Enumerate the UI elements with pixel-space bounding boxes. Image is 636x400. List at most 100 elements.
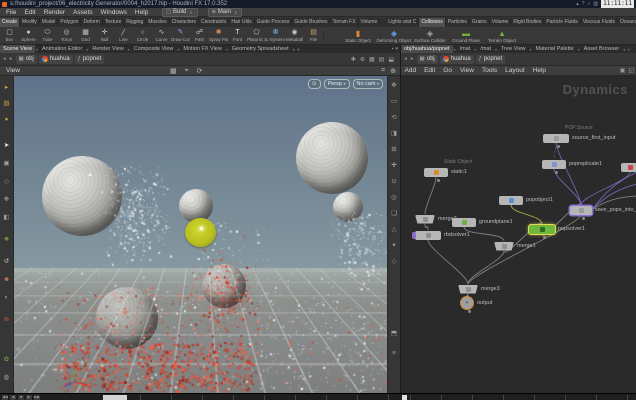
shelf-tool-sphere[interactable]: ● Sphere xyxy=(19,29,38,42)
forward-icon[interactable]: ▸ xyxy=(9,56,14,62)
shelf-tool-grid[interactable]: ▦ Grid xyxy=(76,29,95,42)
grid-icon[interactable]: ▦ xyxy=(369,56,375,63)
move-icon[interactable]: ✥ xyxy=(0,196,13,204)
shelf-tool-font[interactable]: T Font xyxy=(228,29,247,42)
shelf-tab-particle-fluids[interactable]: Particle Fluids xyxy=(544,18,580,27)
add-tab-icon[interactable]: ✛ xyxy=(296,47,301,52)
scene-path-huahua[interactable]: huahua xyxy=(39,55,73,64)
timeline-fast-forward-button[interactable]: ▶▶ xyxy=(34,395,40,400)
current-frame-field[interactable] xyxy=(103,395,127,400)
panel-icon[interactable]: ▣ xyxy=(620,67,626,74)
shelf-tab-volume[interactable]: Volume xyxy=(490,18,512,27)
half-icon[interactable]: ◐ xyxy=(0,294,13,302)
shelf-tool-line[interactable]: ╱ Line xyxy=(114,29,133,42)
grid-toggle-icon[interactable]: ⊞ xyxy=(388,146,400,154)
shelf-tab-create[interactable]: Create xyxy=(0,18,20,27)
pane-split-icon[interactable]: ▪ xyxy=(392,46,394,52)
layout-icon[interactable]: ▤ xyxy=(379,56,385,63)
clip-icon[interactable]: ⬒ xyxy=(388,330,400,338)
shelf-tool-null[interactable]: ✛ Null xyxy=(95,29,114,42)
timeline-ticks[interactable] xyxy=(140,395,390,400)
node-popobject1[interactable] xyxy=(499,196,523,205)
node-flag[interactable] xyxy=(543,236,546,239)
character-icon[interactable]: ☻ xyxy=(0,276,13,284)
pane-tab-motion-fx-view[interactable]: Motion FX View xyxy=(180,45,224,53)
pane-tab-scene-view[interactable]: Scene View xyxy=(0,45,35,53)
record-icon[interactable]: ⊗ xyxy=(0,316,13,324)
node-merge3[interactable] xyxy=(458,285,478,294)
node-popreplicate1[interactable] xyxy=(542,160,566,169)
add-tab-icon[interactable]: ✛ xyxy=(626,47,631,52)
shelf-tab-modify[interactable]: Modify xyxy=(20,18,40,27)
shelf-tab-model[interactable]: Model xyxy=(40,18,59,27)
save-icon[interactable]: ⬓ xyxy=(388,56,394,63)
menu-help[interactable]: Help xyxy=(131,9,152,16)
shelf-tool-tube[interactable]: ⬭ Tube xyxy=(38,29,57,42)
timeline-rewind-button[interactable]: ◀◀ xyxy=(2,395,8,400)
lock-camera-icon[interactable]: ⊙ xyxy=(308,79,321,89)
back-icon[interactable]: ◂ xyxy=(2,56,7,62)
globe-icon[interactable]: ◍ xyxy=(0,374,13,382)
network-editor[interactable]: Dynamics static1 Static Object merge2 rbdso… xyxy=(401,76,636,393)
target-icon[interactable]: ⌖ xyxy=(185,67,189,75)
network-menu-add[interactable]: Add xyxy=(401,67,420,74)
pin-icon[interactable]: ▴ xyxy=(576,0,579,8)
pane-tab-mat[interactable]: /mat xyxy=(457,45,474,53)
node-static1[interactable] xyxy=(424,168,448,177)
caret-icon[interactable]: ▾ xyxy=(388,242,400,250)
shelf-tool-metaball[interactable]: ◉ Metaball xyxy=(285,29,304,42)
search-icon[interactable]: ⌕ xyxy=(588,0,591,8)
node-groundplane1[interactable] xyxy=(452,218,476,227)
rotate-icon[interactable]: ⟳ xyxy=(197,67,203,75)
sprout-icon[interactable]: ❖ xyxy=(0,236,13,244)
shelf-tool-surface-collider[interactable]: ◈ Surface Collider xyxy=(412,29,448,43)
shelf-tab-oceans[interactable]: Oceans xyxy=(618,18,636,27)
flower-icon[interactable]: ✿ xyxy=(0,356,13,364)
plus-icon[interactable]: ✚ xyxy=(351,56,356,63)
shelf-tool-platonic-solids[interactable]: ⬠Platonic Solids xyxy=(247,29,266,42)
handles-icon[interactable]: ▨ xyxy=(0,100,13,108)
menu-file[interactable]: File xyxy=(2,9,20,16)
shelf-tab-grains[interactable]: Grains xyxy=(470,18,490,27)
shelf-tool-box[interactable]: ▢ Box xyxy=(0,29,19,42)
view-menu[interactable]: View xyxy=(0,67,20,74)
panel-icon[interactable]: ❏ xyxy=(388,210,400,218)
network-path-obj[interactable]: ▦ obj xyxy=(417,55,438,64)
transform-pivot[interactable] xyxy=(200,227,203,230)
shelf-tool-draw-curve[interactable]: ✎Draw Curve xyxy=(171,29,190,42)
layout-icon[interactable]: ▥ xyxy=(593,0,598,8)
help-icon[interactable]: ? xyxy=(582,0,585,8)
shelf-tool-deforming-object[interactable]: ◆ Deforming Object xyxy=(376,29,412,43)
orbit-icon[interactable]: ⟲ xyxy=(388,114,400,122)
shelf-tool-circle[interactable]: ○ Circle xyxy=(133,29,152,42)
cone-icon[interactable]: △ xyxy=(388,226,400,234)
render-globe-icon[interactable]: ⊕ xyxy=(390,67,396,75)
shelf-tab-guide-brushes[interactable]: Guide Brushes xyxy=(292,18,330,27)
shelf-tool-path[interactable]: ☍ Path xyxy=(190,29,209,42)
back-icon[interactable]: ◂ xyxy=(403,56,408,62)
select-mode-icon[interactable]: ▸ xyxy=(0,84,13,92)
globe-icon[interactable]: ⊕ xyxy=(360,56,365,63)
snap-icon[interactable]: ⌗ xyxy=(381,67,385,75)
expand-icon[interactable]: ◱ xyxy=(628,67,634,74)
menu-icon[interactable]: ≡ xyxy=(388,350,400,358)
snap-icon[interactable]: ◧ xyxy=(0,214,13,222)
shade-icon[interactable]: ◨ xyxy=(388,130,400,138)
persp-view-button[interactable]: Persp ▾ xyxy=(324,79,350,89)
emitter-disc[interactable] xyxy=(185,218,216,247)
shelf-tab-rigging[interactable]: Rigging xyxy=(124,18,146,27)
history-icon[interactable]: ↺ xyxy=(0,258,13,266)
node-flag[interactable] xyxy=(555,171,558,174)
node-merge1[interactable] xyxy=(494,242,514,251)
menu-render[interactable]: Render xyxy=(40,9,69,16)
hand-icon[interactable]: ✥ xyxy=(388,82,400,90)
shelf-tab-rigid-bodies[interactable]: Rigid Bodies xyxy=(511,18,544,27)
shelf-tool-ground-plane[interactable]: ▬ Ground Plane xyxy=(448,29,484,43)
timeline-step-back-button[interactable]: ◀ xyxy=(10,395,16,400)
node-source-first-input[interactable] xyxy=(543,134,569,143)
desktop-selector[interactable]: ▢ Build ⇕ xyxy=(162,8,197,17)
main-take-selector[interactable]: ⊕ Main ⇕ xyxy=(208,8,243,17)
node-edge1[interactable] xyxy=(621,163,636,172)
node-merge2[interactable] xyxy=(415,215,435,224)
shelf-tab-characters[interactable]: Characters xyxy=(170,18,199,27)
